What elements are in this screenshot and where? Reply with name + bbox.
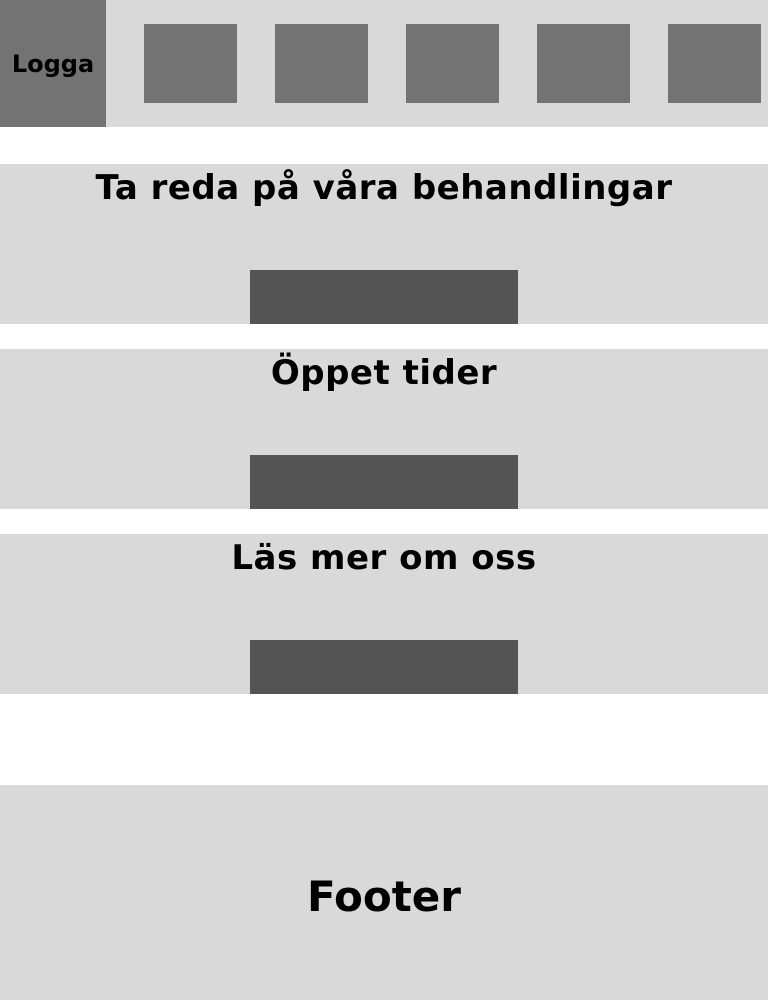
footer: Footer <box>0 785 768 1000</box>
nav-item-5[interactable] <box>668 24 761 103</box>
about-section: Läs mer om oss <box>0 534 768 694</box>
treatments-heading: Ta reda på våra behandlingar <box>95 168 673 208</box>
logo[interactable]: Logga <box>0 0 106 127</box>
site-header: Logga <box>0 0 768 127</box>
about-heading: Läs mer om oss <box>231 538 537 578</box>
nav-item-3[interactable] <box>406 24 499 103</box>
opening-hours-heading: Öppet tider <box>270 353 498 393</box>
opening-hours-section: Öppet tider <box>0 349 768 509</box>
nav-item-1[interactable] <box>144 24 237 103</box>
about-button[interactable] <box>250 640 518 694</box>
nav-item-4[interactable] <box>537 24 630 103</box>
footer-label: Footer <box>307 872 461 921</box>
treatments-section: Ta reda på våra behandlingar <box>0 164 768 324</box>
opening-hours-button[interactable] <box>250 455 518 509</box>
nav-item-2[interactable] <box>275 24 368 103</box>
treatments-button[interactable] <box>250 270 518 324</box>
